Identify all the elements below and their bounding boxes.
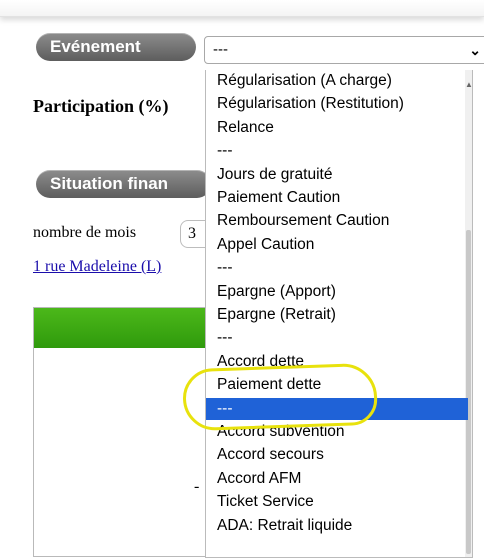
chevron-down-icon[interactable]: ⌄ bbox=[469, 37, 481, 63]
evenement-select[interactable]: --- ⌄ bbox=[204, 36, 484, 64]
dropdown-option[interactable]: Régularisation (A charge) bbox=[206, 70, 468, 92]
evenement-dropdown-list[interactable]: ▲ Régularisation (A charge) Régularisatio… bbox=[205, 70, 473, 558]
dropdown-option[interactable]: Régularisation (Restitution) bbox=[206, 93, 468, 115]
dropdown-option[interactable]: Accord AFM bbox=[206, 468, 468, 490]
panel-dash: - bbox=[194, 478, 200, 495]
dropdown-option[interactable]: Relance bbox=[206, 117, 468, 139]
address-link[interactable]: 1 rue Madeleine (L) bbox=[33, 258, 161, 276]
dropdown-option[interactable]: --- bbox=[206, 257, 468, 279]
dropdown-option[interactable]: Remboursement Caution bbox=[206, 210, 468, 232]
panel-header bbox=[34, 308, 232, 348]
dropdown-option[interactable]: Ticket Service bbox=[206, 491, 468, 513]
top-bar bbox=[0, 0, 484, 17]
dropdown-option[interactable]: Epargne (Apport) bbox=[206, 281, 468, 303]
evenement-section-label: Evénement bbox=[36, 33, 196, 61]
mois-label: nombre de mois bbox=[33, 224, 137, 241]
annotation-highlight bbox=[181, 362, 379, 432]
dropdown-option[interactable]: --- bbox=[206, 327, 468, 349]
dropdown-option[interactable]: Paiement Caution bbox=[206, 187, 468, 209]
evenement-selected-value: --- bbox=[213, 41, 228, 58]
dropdown-option[interactable]: --- bbox=[206, 140, 468, 162]
dropdown-option[interactable]: Accord secours bbox=[206, 444, 468, 466]
dropdown-option[interactable]: ADA: Retrait liquide bbox=[206, 515, 468, 537]
participation-label: Participation (%) bbox=[33, 96, 169, 116]
dropdown-option[interactable]: Epargne (Retrait) bbox=[206, 304, 468, 326]
situation-panel: - bbox=[33, 307, 233, 557]
dropdown-option[interactable]: Appel Caution bbox=[206, 234, 468, 256]
dropdown-option[interactable]: Jours de gratuité bbox=[206, 164, 468, 186]
situation-financiere-section-label: Situation finan bbox=[36, 170, 211, 198]
